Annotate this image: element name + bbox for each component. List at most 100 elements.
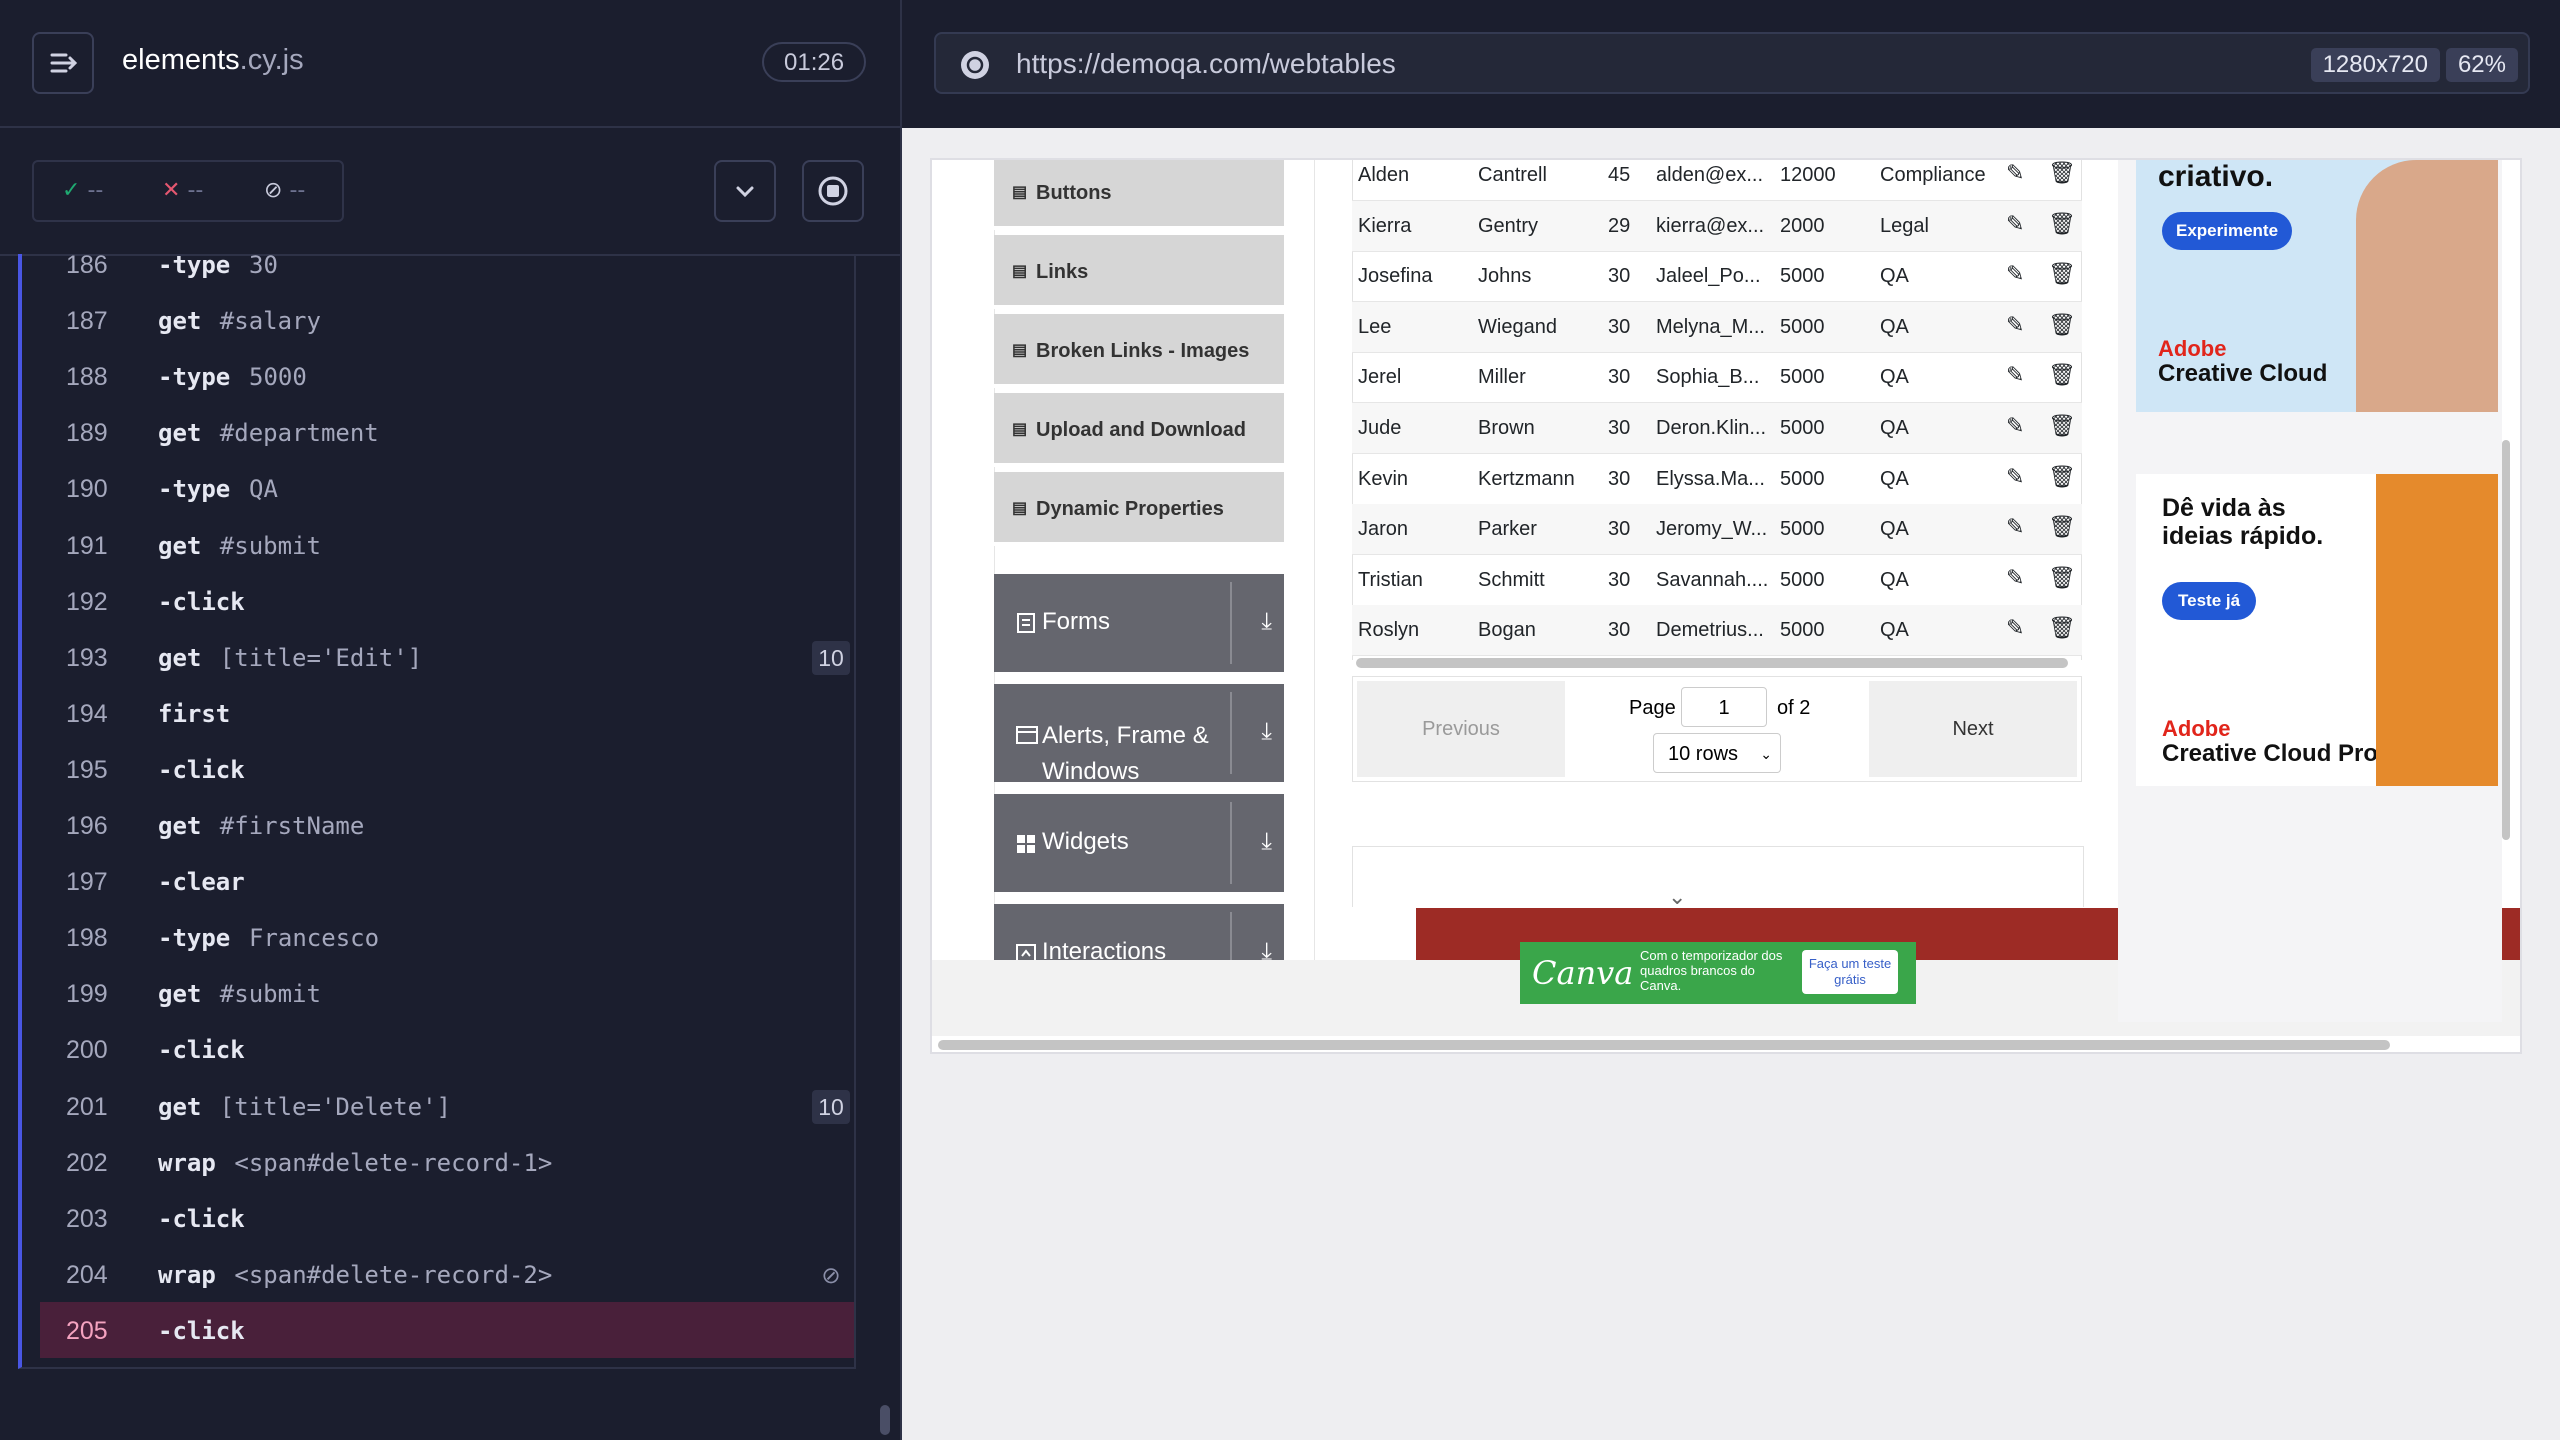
- group-forms[interactable]: Forms ⤓: [994, 574, 1284, 672]
- command-number: 199: [66, 980, 108, 1009]
- command-number: 190: [66, 475, 108, 504]
- command-row[interactable]: 201 get [title='Delete'] 10: [40, 1078, 854, 1134]
- sidebar-item[interactable]: ▤ Dynamic Properties: [994, 472, 1284, 546]
- page-horizontal-scrollbar[interactable]: [938, 1040, 2390, 1050]
- aut-url: https://demoqa.com/webtables: [1016, 48, 1396, 79]
- command-row[interactable]: 200 -click: [40, 1021, 854, 1077]
- table-row: Lee Wiegand 30 Melyna_M... 5000 QA ✎ 🗑: [1352, 301, 2082, 353]
- table-cell-salary: 5000: [1780, 315, 1825, 338]
- rows-per-page-select[interactable]: 10 rows ⌄: [1653, 733, 1781, 773]
- ad-column: criativo. Experimente Adobe Creative Clo…: [2118, 160, 2502, 1022]
- delete-icon[interactable]: 🗑: [2048, 413, 2076, 439]
- sidebar-item-label: Broken Links - Images: [1036, 340, 1250, 362]
- table-cell-first: Jaron: [1358, 518, 1409, 541]
- command-number: 188: [66, 363, 108, 392]
- sidebar-item[interactable]: ▤ Links: [994, 235, 1284, 309]
- stop-button[interactable]: [802, 160, 864, 222]
- command-row[interactable]: 192 -click: [40, 573, 854, 629]
- ad-cta-button[interactable]: Teste já: [2162, 582, 2257, 620]
- edit-icon[interactable]: ✎: [2006, 413, 2024, 439]
- edit-icon[interactable]: ✎: [2006, 211, 2024, 237]
- command-row[interactable]: 189 get #department: [40, 404, 854, 460]
- command-row[interactable]: 188 -type 5000: [40, 348, 854, 404]
- chevron-down-icon[interactable]: ⌄: [1668, 884, 1686, 910]
- table-cell-age: 30: [1608, 467, 1631, 490]
- table-row: Alden Cantrell 45 alden@ex... 12000 Complianc…: [1352, 160, 2082, 201]
- adobe-ad-1[interactable]: criativo. Experimente Adobe Creative Clo…: [2136, 160, 2498, 412]
- test-stats: ✓ -- ✕ -- ⊘ --: [32, 160, 344, 222]
- table-cell-email: Sophia_B...: [1656, 366, 1760, 389]
- next-button[interactable]: Next: [1869, 681, 2077, 777]
- delete-icon[interactable]: 🗑: [2048, 211, 2076, 237]
- command-row[interactable]: 203 -click: [40, 1190, 854, 1246]
- table-cell-age: 30: [1608, 366, 1631, 389]
- toggle-specs-button[interactable]: [32, 32, 94, 94]
- command-row[interactable]: 202 wrap <span#delete-record-1>: [40, 1134, 854, 1190]
- canva-cta-button[interactable]: Faça um teste grátis: [1802, 950, 1898, 994]
- command-row[interactable]: 193 get [title='Edit'] 10: [40, 629, 854, 685]
- delete-icon[interactable]: 🗑: [2048, 160, 2076, 186]
- page-label: Page: [1629, 697, 1676, 719]
- expand-collapse-button[interactable]: [714, 160, 776, 222]
- command-row[interactable]: 186 -type 30: [40, 254, 854, 292]
- command-row[interactable]: 197 -clear: [40, 853, 854, 909]
- zoom-badge[interactable]: 62%: [2445, 48, 2518, 82]
- command-name: -type: [158, 924, 231, 953]
- edit-icon[interactable]: ✎: [2006, 362, 2024, 388]
- command-row[interactable]: 198 -type Francesco: [40, 909, 854, 965]
- sidebar-item[interactable]: ▤ Upload and Download: [994, 393, 1284, 467]
- command-name: -click: [158, 1036, 245, 1065]
- command-row[interactable]: 199 get #submit: [40, 965, 854, 1021]
- group-widgets[interactable]: Widgets ⤓: [994, 794, 1284, 892]
- group-alerts-frame-windows[interactable]: Alerts, Frame & Windows ⤓: [994, 684, 1284, 785]
- edit-icon[interactable]: ✎: [2006, 160, 2024, 186]
- content-edge: [1314, 160, 1315, 960]
- page-number-input[interactable]: 1: [1681, 687, 1767, 727]
- edit-icon[interactable]: ✎: [2006, 514, 2024, 540]
- edit-icon[interactable]: ✎: [2006, 261, 2024, 287]
- edit-icon[interactable]: ✎: [2006, 615, 2024, 641]
- sidebar-item[interactable]: ▤ Buttons: [994, 160, 1284, 230]
- delete-icon[interactable]: 🗑: [2048, 514, 2076, 540]
- viewport-size-badge[interactable]: 1280x720: [2310, 48, 2440, 82]
- ad-cta-button[interactable]: Experimente: [2162, 212, 2293, 250]
- ad-headline-line1: Dê vida às: [2162, 494, 2286, 522]
- command-number: 192: [66, 587, 108, 616]
- table-horizontal-scrollbar[interactable]: [1356, 658, 2068, 668]
- edit-icon[interactable]: ✎: [2006, 312, 2024, 338]
- reporter-scrollbar[interactable]: [880, 1405, 890, 1435]
- command-row[interactable]: 196 get #firstName: [40, 797, 854, 853]
- table-cell-age: 29: [1608, 214, 1631, 237]
- command-name: -type: [158, 475, 231, 504]
- canva-ad[interactable]: Canva Com o temporizador dos quadros bra…: [1520, 942, 1916, 1004]
- ad-scrollbar[interactable]: [2502, 440, 2510, 840]
- cypress-selector-icon[interactable]: [958, 48, 992, 82]
- previous-button[interactable]: Previous: [1357, 681, 1565, 777]
- command-number: 197: [66, 868, 108, 897]
- command-message: #firstName: [219, 812, 365, 840]
- table-cell-age: 45: [1608, 164, 1631, 186]
- command-message: [title='Edit']: [219, 643, 423, 672]
- edit-icon[interactable]: ✎: [2006, 565, 2024, 591]
- reporter-header: elements.cy.js 01:26: [0, 0, 900, 128]
- delete-icon[interactable]: 🗑: [2048, 565, 2076, 591]
- edit-icon[interactable]: ✎: [2006, 464, 2024, 490]
- command-row[interactable]: 205 -click: [40, 1301, 854, 1358]
- url-bar[interactable]: https://demoqa.com/webtables 1280x720 62…: [934, 32, 2530, 94]
- cross-icon: ✕: [162, 178, 181, 203]
- command-row[interactable]: 204 wrap <span#delete-record-2> ⊘: [40, 1246, 854, 1302]
- sidebar-item[interactable]: ▤ Broken Links - Images: [994, 314, 1284, 388]
- adobe-ad-2[interactable]: Dê vida às ideias rápido. Teste já Adobe…: [2136, 474, 2498, 786]
- delete-icon[interactable]: 🗑: [2048, 261, 2076, 287]
- delete-icon[interactable]: 🗑: [2048, 615, 2076, 641]
- canva-logo: Canva: [1532, 954, 1634, 992]
- delete-icon[interactable]: 🗑: [2048, 362, 2076, 388]
- command-row[interactable]: 190 -type QA: [40, 460, 854, 516]
- command-row[interactable]: 191 get #submit: [40, 517, 854, 573]
- command-number: 204: [66, 1260, 108, 1289]
- delete-icon[interactable]: 🗑: [2048, 464, 2076, 490]
- command-row[interactable]: 187 get #salary: [40, 292, 854, 348]
- command-row[interactable]: 194 first: [40, 685, 854, 741]
- delete-icon[interactable]: 🗑: [2048, 312, 2076, 338]
- command-row[interactable]: 195 -click: [40, 741, 854, 797]
